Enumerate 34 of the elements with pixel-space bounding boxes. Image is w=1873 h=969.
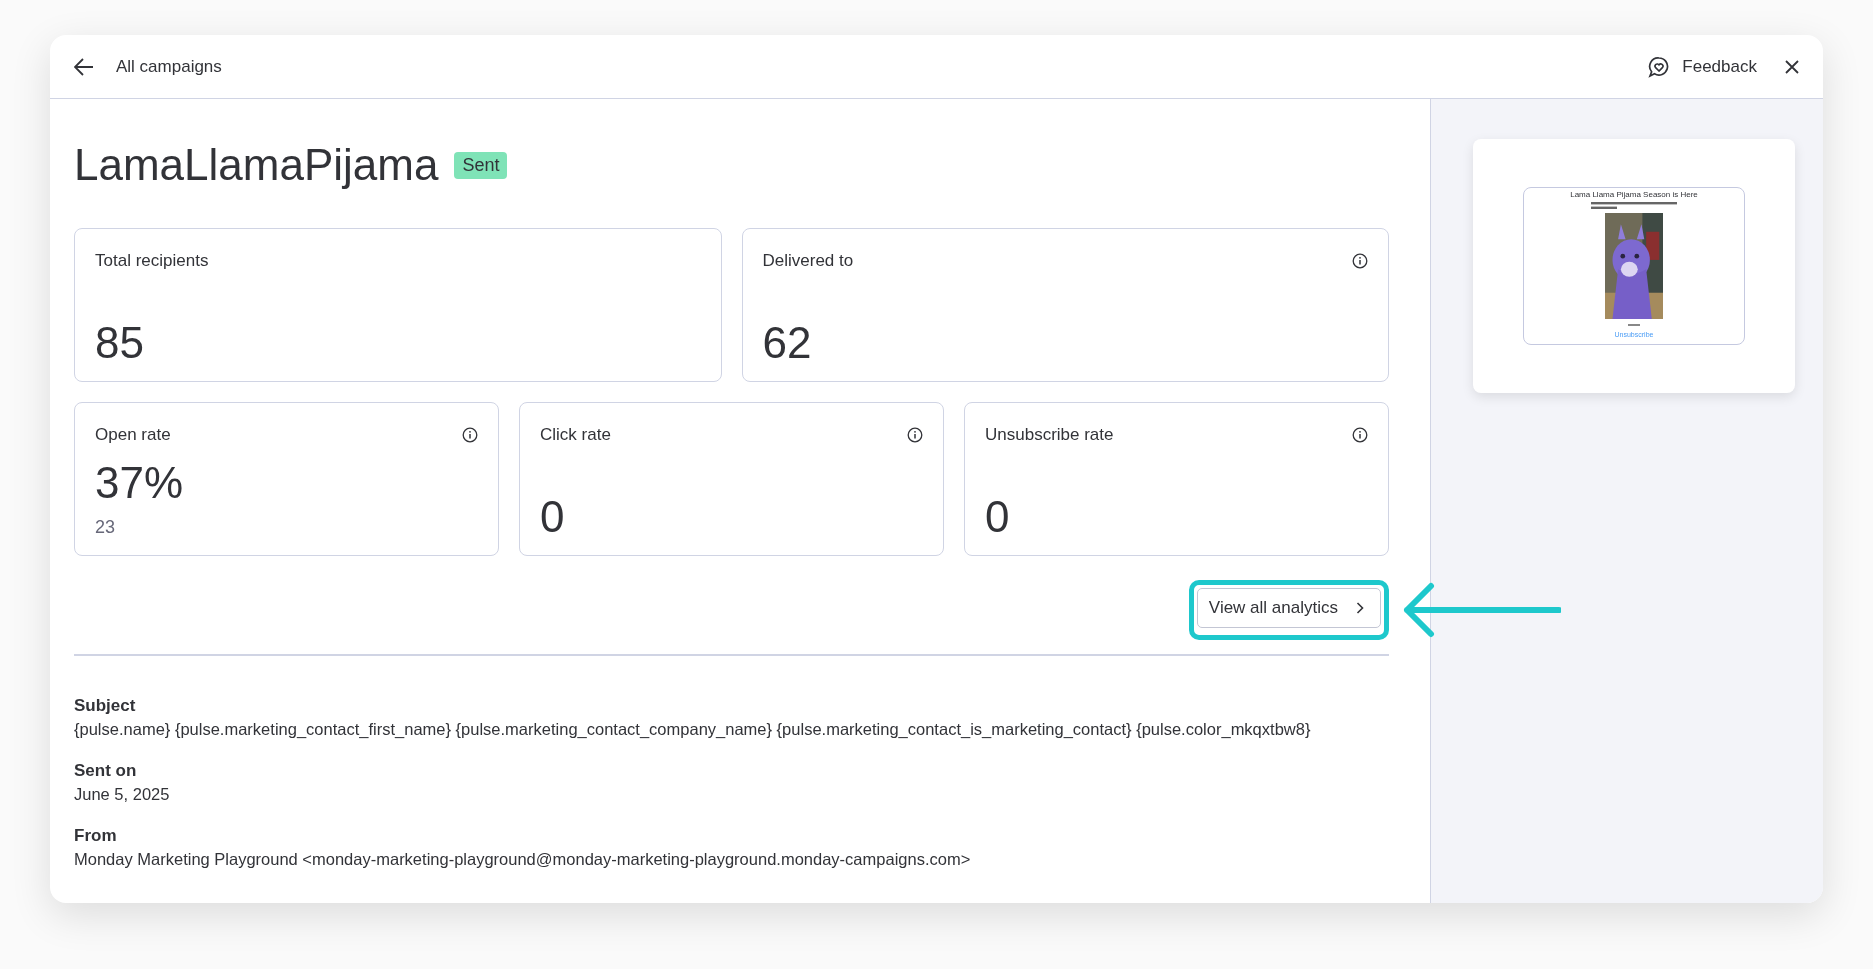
close-button[interactable] [1785,59,1799,74]
detail-value: June 5, 2025 [74,784,171,804]
chevron-right-icon [1356,601,1364,614]
back-button[interactable]: All campaigns [74,56,222,77]
stat-label: Click rate [540,424,611,445]
info-icon[interactable] [462,426,478,443]
info-icon[interactable] [907,426,923,443]
detail-label: Sent on [74,760,138,781]
detail-label: From [74,825,118,846]
back-arrow-icon [74,57,94,76]
stat-label: Delivered to [762,250,854,271]
detail-label: Subject [74,695,137,716]
status-badge: Sent [454,151,508,179]
info-icon[interactable] [1352,252,1368,269]
stat-label: Total recipients [95,250,209,271]
caption-line-drawing [1628,324,1640,327]
stat-value: 85 [95,320,145,365]
feedback-button[interactable]: Feedback [1648,55,1757,78]
view-analytics-button[interactable]: View all analytics [1196,587,1381,628]
close-icon [1785,59,1799,74]
stat-value: 0 [985,494,1011,539]
detail-value: {pulse.name} {pulse.marketing_contact_first_name} {pulse.marketing_contact_company_name} {pulse.marketing_contact_is_marketing_contact} {pulse.color_mkqxtbw8} [74,719,1312,739]
stat-count: 23 [95,516,117,538]
stat-label: Unsubscribe rate [985,424,1114,445]
callout-arrow-icon [1401,581,1561,638]
info-icon[interactable] [1352,426,1368,443]
detail-value: Monday Marketing Playground <monday-marketing-playground@monday-marketing-playground.monday-campaigns.com> [74,849,972,869]
stat-value: 0 [540,494,566,539]
campaign-title: LamaLlamaPijama [74,139,439,191]
stat-label: Open rate [95,424,171,445]
email-heading: Lama Llama Pijama Season is Here [1570,190,1698,200]
chat-heart-icon [1648,55,1671,78]
stat-value: 62 [762,320,813,365]
stat-value: 37% [95,460,185,505]
